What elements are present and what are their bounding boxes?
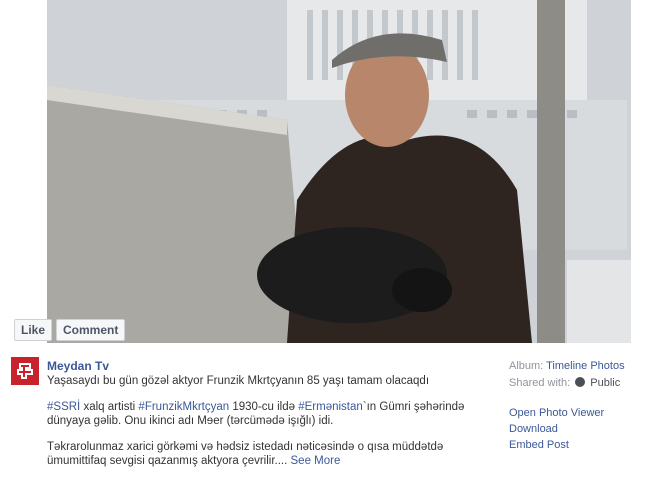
photo-actions: Like Comment [14, 319, 129, 341]
page-name-link[interactable]: Meydan Tv [47, 359, 109, 373]
album-row: Album: Timeline Photos [509, 358, 658, 375]
photo-actions-list: Open Photo Viewer Download Embed Post [509, 405, 658, 453]
page-avatar[interactable] [11, 357, 39, 385]
hashtag-frunzik[interactable]: #FrunzikMkrtçyan [138, 401, 229, 413]
comment-button[interactable]: Comment [56, 319, 126, 341]
meydan-logo-icon [11, 357, 39, 385]
caption-text: ümumittifaq sevgisi qazanmış aktyora çev… [47, 455, 288, 467]
caption-text: Təkrarolunmaz xarici görkəmi və hədsiz i… [47, 441, 444, 453]
open-photo-viewer-link[interactable]: Open Photo Viewer [509, 405, 658, 421]
shared-row: Shared with: Public [509, 375, 658, 392]
embed-post-link[interactable]: Embed Post [509, 437, 658, 453]
caption-text: xalq artisti [80, 401, 139, 413]
privacy-value[interactable]: Public [590, 377, 620, 389]
photo-sidebar: Album: Timeline Photos Shared with: Publ… [509, 358, 658, 453]
hashtag-ussr[interactable]: #SSRİ [47, 401, 80, 413]
caption-line-1: Yaşasaydı bu gün gözəl aktyor Frunzik Mk… [47, 375, 430, 387]
hashtag-armenia[interactable]: #Ermənistan [298, 401, 363, 413]
shared-label: Shared with: [509, 377, 571, 389]
see-more-link[interactable]: See More [291, 455, 341, 467]
globe-icon [575, 377, 586, 387]
caption-paragraph-2: #SSRİ xalq artisti #FrunzikMkrtçyan 1930… [47, 400, 487, 428]
post-caption: Yaşasaydı bu gün gözəl aktyor Frunzik Mk… [47, 374, 487, 480]
photo-image [47, 0, 631, 343]
download-link[interactable]: Download [509, 421, 658, 437]
caption-paragraph-3: Təkrarolunmaz xarici görkəmi və hədsiz i… [47, 440, 487, 468]
post-info: Meydan Tv Yaşasaydı bu gün gözəl aktyor … [0, 343, 658, 476]
like-button[interactable]: Like [14, 319, 53, 341]
caption-text: dünyaya gəlib. Onu ikinci adı Mɘer (tərc… [47, 415, 334, 427]
album-label: Album: [509, 360, 544, 372]
photo-area: Like Comment [0, 0, 658, 343]
caption-text: `ın Gümri şəhərində [362, 401, 465, 413]
caption-text: 1930-cu ildə [229, 401, 299, 413]
post-photo[interactable] [47, 0, 631, 343]
album-link[interactable]: Timeline Photos [546, 360, 624, 372]
